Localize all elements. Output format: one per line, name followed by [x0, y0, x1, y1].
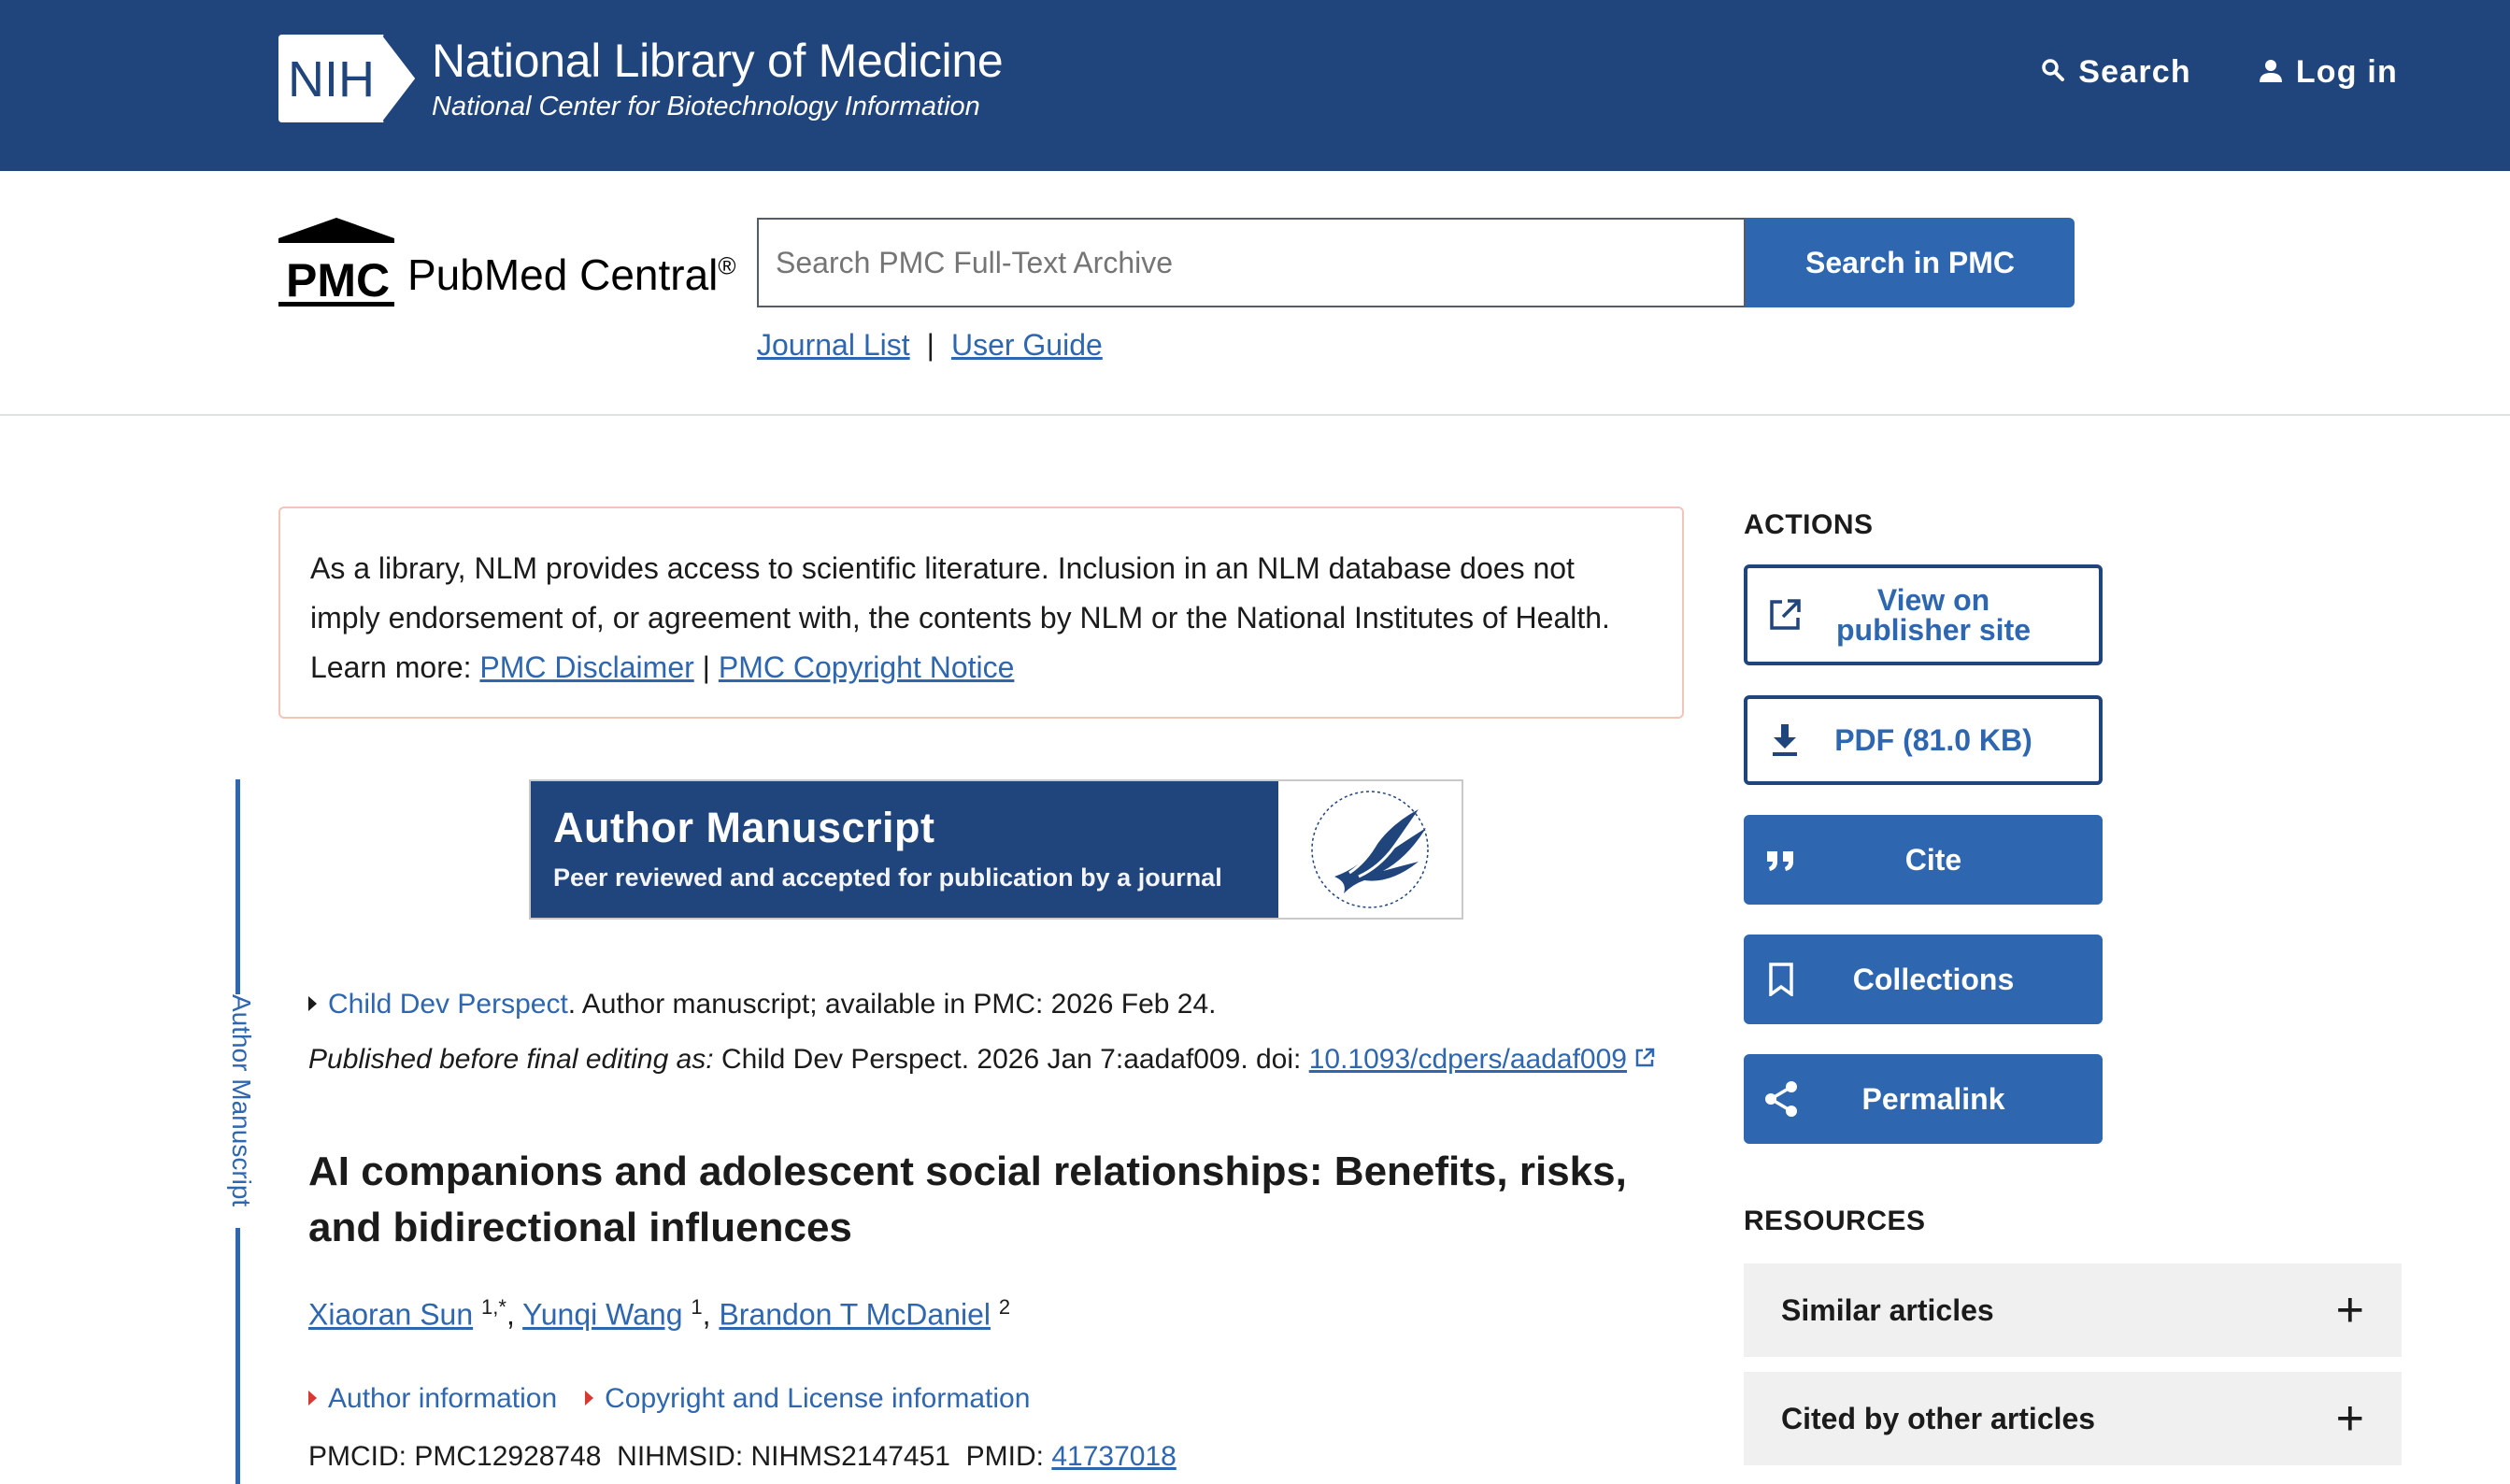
nih-search-label: Search	[2078, 54, 2191, 90]
external-link-icon	[1764, 594, 1805, 635]
pdf-label: PDF (81.0 KB)	[1834, 723, 2032, 757]
author-affiliation: 1	[691, 1295, 703, 1319]
pmc-name-text: PubMed Central	[407, 250, 719, 299]
pmc-name: PubMed Central®	[407, 250, 736, 300]
cite-label: Cite	[1904, 843, 1962, 877]
share-icon	[1761, 1078, 1802, 1120]
search-icon	[2041, 54, 2065, 91]
disclaimer-text: As a library, NLM provides access to sci…	[310, 551, 1610, 635]
plus-icon: +	[2335, 1391, 2364, 1446]
pmc-disclaimer-link[interactable]: PMC Disclaimer	[479, 650, 693, 684]
publisher-site-label: publisher site	[1835, 613, 2032, 647]
info-toggles: Author information Copyright and License…	[308, 1383, 1030, 1415]
pmc-copyright-link[interactable]: PMC Copyright Notice	[719, 650, 1015, 684]
nih-subtitle: National Center for Biotechnology Inform…	[432, 92, 980, 121]
nih-title: National Library of Medicine	[432, 35, 1004, 87]
plus-icon: +	[2335, 1283, 2364, 1337]
author-information-label: Author information	[328, 1383, 558, 1414]
author-list: Xiaoran Sun 1,*, Yunqi Wang 1, Brandon T…	[308, 1295, 1011, 1332]
doi-link[interactable]: 10.1093/cdpers/aadaf009	[1309, 1044, 1627, 1075]
view-on-publisher-button[interactable]: View on publisher site	[1744, 564, 2103, 665]
nih-logo[interactable]: NIH National Library of Medicine Nationa…	[278, 33, 1004, 124]
published-line: Published before final editing as: Child…	[308, 1044, 1655, 1076]
disclaimer-separator: |	[702, 650, 710, 684]
published-prefix: Published before final editing as:	[308, 1044, 714, 1075]
journal-link[interactable]: Child Dev Perspect	[328, 989, 568, 1020]
cited-by-accordion[interactable]: Cited by other articles +	[1744, 1372, 2402, 1465]
pmc-search-form: Search in PMC	[757, 218, 2075, 307]
nih-header: NIH National Library of Medicine Nationa…	[0, 0, 2510, 171]
journal-list-link[interactable]: Journal List	[757, 328, 910, 363]
external-link-icon	[1634, 1044, 1655, 1075]
link-separator: |	[926, 328, 934, 362]
permalink-button[interactable]: Permalink	[1744, 1054, 2103, 1144]
download-icon	[1764, 720, 1805, 761]
nihmsid-value: NIHMS2147451	[750, 1441, 950, 1472]
author-affiliation: 2	[998, 1295, 1011, 1319]
nih-logo-mark: NIH	[278, 33, 422, 124]
collections-button[interactable]: Collections	[1744, 935, 2103, 1024]
pmc-nav-links: Journal List | User Guide	[757, 328, 1103, 363]
article-title: AI companions and adolescent social rela…	[308, 1149, 1627, 1250]
rail-label-box: Author Manuscript	[217, 994, 258, 1228]
citation-line: Child Dev Perspect. Author manuscript; a…	[308, 989, 1217, 1020]
learn-more-label: Learn more:	[310, 650, 472, 684]
banner-subtitle: Peer reviewed and accepted for publicati…	[553, 863, 1222, 892]
caret-right-icon	[585, 1391, 594, 1406]
similar-articles-accordion[interactable]: Similar articles +	[1744, 1263, 2402, 1357]
availability-text: . Author manuscript; available in PMC: 2…	[567, 989, 1217, 1020]
pmc-header: PMC PubMed Central® Search in PMC Journa…	[0, 171, 2510, 416]
registered-mark: ®	[718, 251, 736, 280]
caret-right-icon	[308, 996, 317, 1011]
pmc-search-input[interactable]	[757, 218, 1746, 307]
login-label: Log in	[2295, 54, 2398, 90]
pmid-link[interactable]: 41737018	[1051, 1441, 1176, 1472]
view-on-label: View on	[1876, 583, 1990, 617]
author-manuscript-banner: Author Manuscript Peer reviewed and acce…	[529, 779, 1463, 920]
pmc-logo[interactable]: PMC PubMed Central®	[278, 218, 736, 307]
nih-search-button[interactable]: Search	[2041, 54, 2191, 91]
pmcid-label: PMCID:	[308, 1441, 406, 1472]
rail-label: Author Manuscript	[227, 994, 256, 1207]
cited-by-label: Cited by other articles	[1781, 1401, 2096, 1435]
nihmsid-label: NIHMSID:	[617, 1441, 744, 1472]
resources-heading: RESOURCES	[1744, 1206, 1926, 1236]
user-guide-link[interactable]: User Guide	[951, 328, 1103, 363]
nih-logo-text: NIH	[288, 51, 375, 107]
published-text: Child Dev Perspect. 2026 Jan 7:aadaf009.…	[713, 1044, 1309, 1075]
similar-articles-label: Similar articles	[1781, 1292, 1994, 1327]
cite-button[interactable]: Cite	[1744, 815, 2103, 905]
copyright-license-toggle[interactable]: Copyright and License information	[585, 1383, 1030, 1415]
hhs-seal-icon	[1278, 781, 1462, 918]
author-link[interactable]: Yunqi Wang	[522, 1298, 682, 1332]
author-affiliation: 1,*	[481, 1295, 506, 1319]
pmc-logo-text: PMC	[286, 254, 390, 307]
article-ids: PMCID: PMC12928748 NIHMSID: NIHMS2147451…	[308, 1441, 1177, 1473]
caret-right-icon	[308, 1391, 317, 1406]
user-icon	[2259, 54, 2283, 91]
pmcid-value: PMC12928748	[414, 1441, 602, 1472]
permalink-label: Permalink	[1861, 1082, 2005, 1116]
collections-label: Collections	[1852, 963, 2015, 996]
nlm-disclaimer: As a library, NLM provides access to sci…	[278, 507, 1684, 719]
bookmark-icon	[1761, 959, 1802, 1000]
pmc-logo-mark: PMC	[278, 218, 394, 307]
login-button[interactable]: Log in	[2259, 54, 2398, 91]
pmid-label: PMID:	[965, 1441, 1044, 1472]
banner-title: Author Manuscript	[553, 804, 935, 851]
pdf-download-button[interactable]: PDF (81.0 KB)	[1744, 695, 2103, 785]
author-link[interactable]: Xiaoran Sun	[308, 1298, 473, 1332]
author-link[interactable]: Brandon T McDaniel	[719, 1298, 991, 1332]
actions-heading: ACTIONS	[1744, 509, 1874, 540]
search-in-pmc-button[interactable]: Search in PMC	[1746, 218, 2075, 307]
copyright-license-label: Copyright and License information	[605, 1383, 1031, 1414]
quote-icon	[1761, 839, 1802, 880]
author-information-toggle[interactable]: Author information	[308, 1383, 557, 1415]
